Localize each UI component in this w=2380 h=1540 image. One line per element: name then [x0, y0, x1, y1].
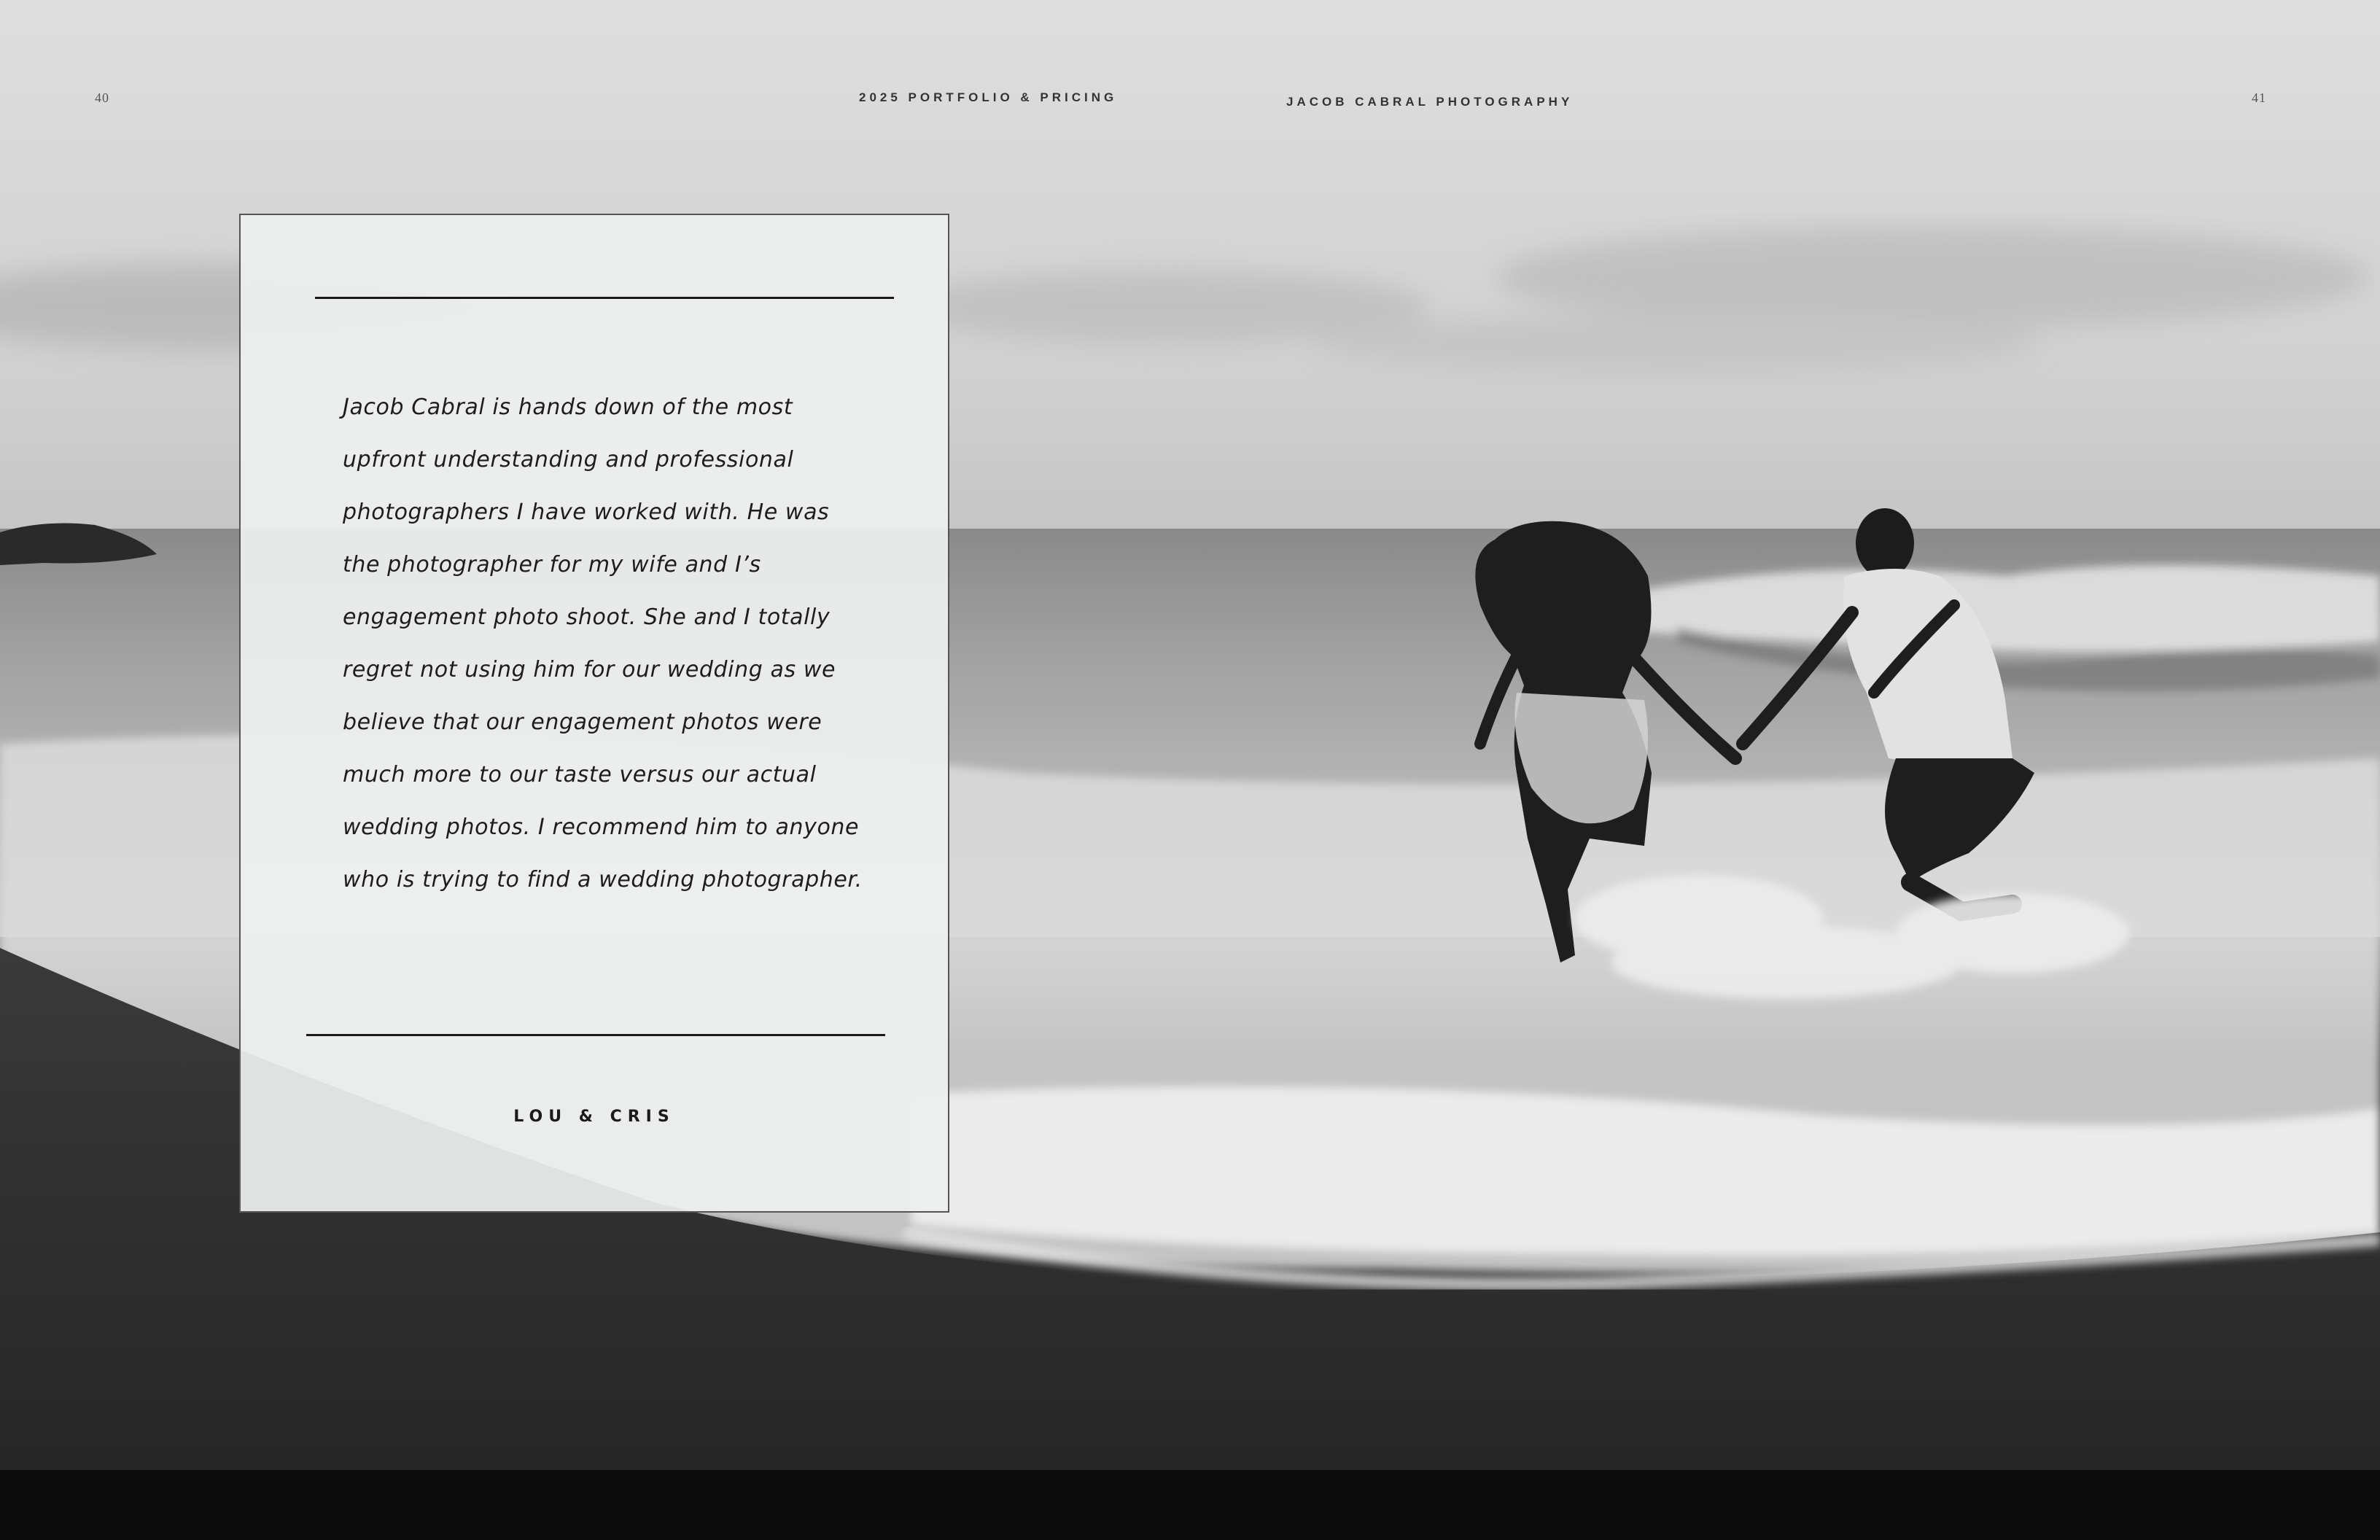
testimonial-card: Jacob Cabral is hands down of the most u…	[239, 214, 949, 1213]
testimonial-quote: Jacob Cabral is hands down of the most u…	[343, 394, 863, 892]
testimonial-author: LOU & CRIS	[513, 1108, 675, 1126]
right-running-head: JACOB CABRAL PHOTOGRAPHY	[1286, 95, 1574, 109]
left-page-number: 40	[95, 90, 109, 105]
top-divider	[315, 297, 894, 299]
left-running-head: 2025 PORTFOLIO & PRICING	[859, 90, 1118, 104]
bottom-bar	[0, 1470, 2380, 1540]
bottom-divider	[306, 1034, 885, 1036]
right-page-number: 41	[2252, 90, 2266, 105]
